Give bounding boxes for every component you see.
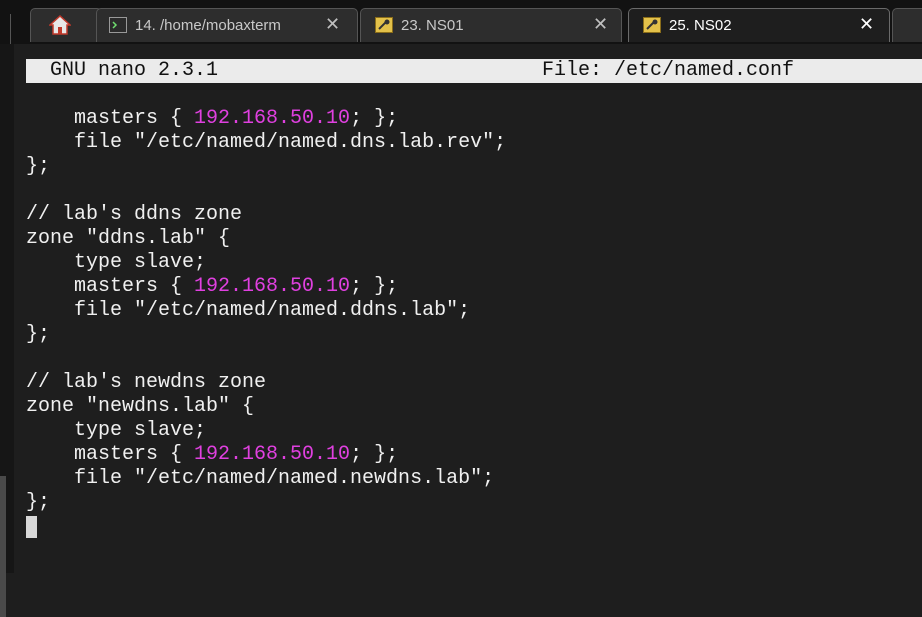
code-text: masters {: [26, 443, 195, 466]
code-line: masters { 192.168.50.10; };: [26, 443, 398, 467]
code-comment: // lab's newdns zone: [26, 371, 267, 394]
tab-label: 23. NS01: [401, 17, 464, 34]
code-text: masters {: [26, 107, 195, 130]
tab-ns01[interactable]: 23. NS01 ✕: [360, 8, 622, 42]
code-line: file "/etc/named/named.ddns.lab";: [26, 299, 471, 322]
tab-bar: 14. /home/mobaxterm ✕ 23. NS01 ✕ 25. NS0…: [0, 0, 922, 44]
tab-local-terminal[interactable]: 14. /home/mobaxterm ✕: [96, 8, 358, 42]
code-line: masters { 192.168.50.10; };: [26, 275, 398, 299]
tabbar-left-edge: [0, 14, 11, 44]
code-text: ; };: [350, 443, 399, 466]
ssh-key-icon: [643, 17, 661, 33]
code-line: type slave;: [26, 251, 207, 274]
terminal-icon: [109, 17, 127, 33]
home-icon: [48, 14, 72, 39]
code-line: };: [26, 491, 51, 514]
tab-ns02[interactable]: 25. NS02 ✕: [628, 8, 890, 42]
close-icon[interactable]: ✕: [593, 13, 608, 35]
ssh-key-icon: [375, 17, 393, 33]
code-line: masters { 192.168.50.10; };: [26, 107, 398, 131]
code-line: };: [26, 323, 51, 346]
close-icon[interactable]: ✕: [325, 13, 340, 35]
code-comment: // lab's ddns zone: [26, 203, 243, 226]
side-panel: [0, 44, 14, 617]
ip-address: 192.168.50.10: [194, 107, 351, 130]
code-line: zone "newdns.lab" {: [26, 395, 255, 418]
editor-name: GNU nano 2.3.1: [50, 59, 219, 82]
side-scrollbar[interactable]: [0, 476, 6, 617]
code-line: file "/etc/named/named.dns.lab.rev";: [26, 131, 507, 154]
code-text: ; };: [350, 107, 399, 130]
text-cursor: [26, 516, 37, 538]
code-line: zone "ddns.lab" {: [26, 227, 231, 250]
nano-title-bar: GNU nano 2.3.1 File: /etc/named.conf: [26, 59, 922, 83]
tab-label: 25. NS02: [669, 17, 732, 34]
code-text: ; };: [350, 275, 399, 298]
code-text: masters {: [26, 275, 195, 298]
tab-home[interactable]: [30, 8, 102, 42]
tab-next-partial[interactable]: [892, 8, 922, 42]
ip-address: 192.168.50.10: [194, 443, 351, 466]
code-line: };: [26, 155, 51, 178]
tab-label: 14. /home/mobaxterm: [135, 17, 281, 34]
editor-filename: File: /etc/named.conf: [542, 59, 795, 82]
code-line: file "/etc/named/named.newdns.lab";: [26, 467, 495, 490]
code-line: type slave;: [26, 419, 207, 442]
close-icon[interactable]: ✕: [859, 13, 874, 35]
ip-address: 192.168.50.10: [194, 275, 351, 298]
